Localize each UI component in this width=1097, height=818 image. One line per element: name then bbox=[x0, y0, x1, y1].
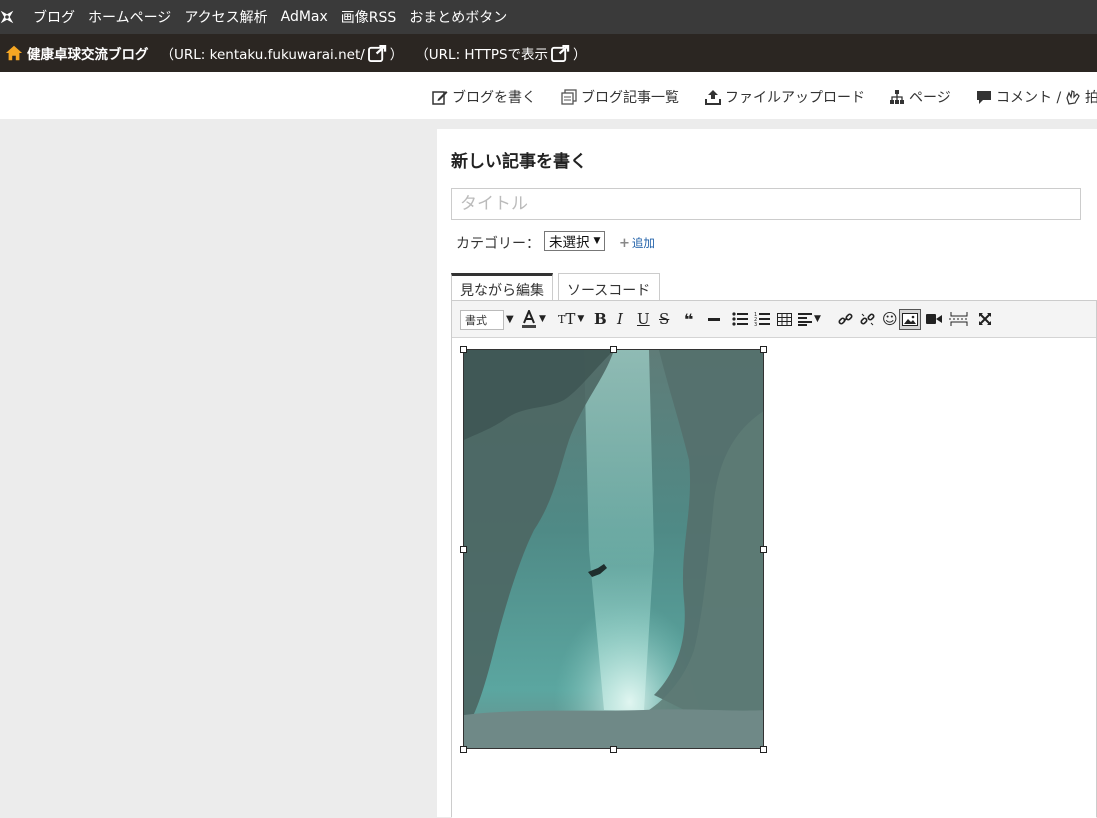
resize-handle-bottom-right[interactable] bbox=[760, 746, 767, 753]
comment-label: コメント / bbox=[996, 90, 1062, 106]
table-icon[interactable] bbox=[777, 310, 792, 328]
blog-url[interactable]: （URL: kentaku.fukuwarai.net/ ） bbox=[161, 43, 404, 63]
category-select[interactable]: 未選択 ▼ bbox=[544, 231, 606, 251]
title-input[interactable] bbox=[451, 188, 1081, 220]
external-link-icon[interactable] bbox=[551, 44, 570, 62]
upload-icon bbox=[705, 90, 721, 105]
nav-admax[interactable]: AdMax bbox=[281, 9, 328, 25]
unlink-icon[interactable] bbox=[860, 310, 875, 328]
external-link-icon[interactable] bbox=[367, 44, 387, 62]
horizontal-rule-icon[interactable] bbox=[707, 310, 721, 328]
write-blog-label: ブログを書く bbox=[452, 90, 536, 106]
tab-source-label: ソースコード bbox=[567, 283, 651, 299]
page-link[interactable]: ページ bbox=[889, 87, 951, 107]
left-sidebar-empty bbox=[0, 119, 437, 817]
home-icon bbox=[5, 45, 23, 61]
font-color-icon[interactable]: ▼ bbox=[521, 310, 546, 328]
add-category-label: 追加 bbox=[631, 236, 655, 250]
comment-link[interactable]: コメント / bbox=[976, 87, 1061, 107]
add-category-link[interactable]: + 追加 bbox=[619, 235, 655, 251]
comment-icon bbox=[977, 91, 991, 104]
resize-handle-right[interactable] bbox=[760, 546, 767, 553]
https-url-close: ） bbox=[573, 47, 587, 63]
svg-text:3: 3 bbox=[754, 322, 757, 326]
clap-icon bbox=[1066, 90, 1080, 105]
nav-omatome-button[interactable]: おまとめボタン bbox=[409, 7, 507, 27]
page-title: 新しい記事を書く bbox=[451, 152, 587, 172]
page-break-icon[interactable] bbox=[949, 310, 969, 328]
inserted-image-underwater-cave[interactable] bbox=[463, 349, 764, 749]
page-label: ページ bbox=[909, 90, 951, 106]
nav-homepage[interactable]: ホームページ bbox=[88, 7, 171, 27]
tab-source-code[interactable]: ソースコード bbox=[558, 273, 660, 300]
video-icon[interactable] bbox=[926, 310, 942, 328]
category-selected-value: 未選択 bbox=[549, 235, 590, 251]
underline-icon[interactable]: U bbox=[637, 310, 650, 328]
blog-url-close: ） bbox=[389, 47, 404, 63]
resize-handle-bottom-left[interactable] bbox=[460, 746, 467, 753]
plus-icon: + bbox=[619, 235, 630, 251]
align-icon[interactable]: ▼ bbox=[798, 310, 821, 328]
blog-name[interactable]: 健康卓球交流ブログ bbox=[27, 43, 149, 63]
sitemap-icon bbox=[890, 90, 904, 104]
new-article-panel: 新しい記事を書く カテゴリー： 未選択 ▼ + 追加 見ながら編集 ソースコード… bbox=[437, 129, 1097, 818]
admin-action-bar: ブログを書く ブログ記事一覧 ファイルアップロード ページ コメント / 拍 bbox=[0, 72, 1097, 119]
fukuwarai-logo-icon[interactable] bbox=[0, 0, 20, 34]
format-select-label: 書式 bbox=[465, 314, 487, 327]
image-icon[interactable] bbox=[899, 309, 921, 330]
format-select[interactable]: 書式 bbox=[460, 310, 504, 330]
nav-access-analysis[interactable]: アクセス解析 bbox=[184, 7, 267, 27]
blockquote-icon[interactable]: ❝ bbox=[684, 310, 693, 329]
font-size-icon[interactable]: T T ▼ bbox=[558, 310, 584, 328]
top-navigation: ブログ ホームページ アクセス解析 AdMax 画像RSS おまとめボタン bbox=[0, 0, 1097, 34]
resize-handle-bottom[interactable] bbox=[610, 746, 617, 753]
resize-handle-top-right[interactable] bbox=[760, 346, 767, 353]
italic-icon[interactable]: I bbox=[617, 310, 623, 328]
edit-icon bbox=[432, 91, 448, 105]
resize-handle-top[interactable] bbox=[610, 346, 617, 353]
bold-icon[interactable]: B bbox=[594, 310, 607, 328]
article-list-link[interactable]: ブログ記事一覧 bbox=[561, 87, 679, 107]
nav-blog[interactable]: ブログ bbox=[33, 7, 75, 27]
tab-visual-label: 見ながら編集 bbox=[460, 283, 544, 299]
list-icon bbox=[561, 89, 577, 105]
article-list-label: ブログ記事一覧 bbox=[581, 90, 679, 106]
https-url[interactable]: （URL: HTTPSで表示 ） bbox=[415, 43, 587, 63]
emoji-icon[interactable]: ☺ bbox=[882, 310, 898, 328]
rich-text-editor: 書式 ▼ ▼ T T ▼ B I U S ❝ 123 ▼ ☺ bbox=[451, 300, 1097, 818]
category-label: カテゴリー： bbox=[456, 236, 540, 252]
blog-url-text[interactable]: （URL: kentaku.fukuwarai.net/ bbox=[161, 43, 365, 63]
https-url-text[interactable]: （URL: HTTPSで表示 bbox=[415, 43, 548, 63]
write-blog-link[interactable]: ブログを書く bbox=[432, 87, 536, 107]
fullscreen-icon[interactable] bbox=[978, 310, 992, 328]
dropdown-arrow-icon: ▼ bbox=[593, 236, 601, 246]
editor-content-area[interactable] bbox=[452, 338, 1096, 818]
file-upload-label: ファイルアップロード bbox=[725, 90, 865, 106]
tab-visual-edit[interactable]: 見ながら編集 bbox=[451, 273, 553, 300]
nav-image-rss[interactable]: 画像RSS bbox=[341, 7, 397, 27]
blog-header-bar: 健康卓球交流ブログ （URL: kentaku.fukuwarai.net/ ）… bbox=[0, 34, 1097, 72]
resize-handle-top-left[interactable] bbox=[460, 346, 467, 353]
bullet-list-icon[interactable] bbox=[732, 310, 748, 328]
file-upload-link[interactable]: ファイルアップロード bbox=[705, 87, 865, 107]
link-icon[interactable] bbox=[838, 310, 853, 328]
format-dropdown-arrow-icon[interactable]: ▼ bbox=[506, 310, 514, 328]
resize-handle-left[interactable] bbox=[460, 546, 467, 553]
clap-label: 拍 bbox=[1085, 90, 1097, 106]
editor-toolbar: 書式 ▼ ▼ T T ▼ B I U S ❝ 123 ▼ ☺ bbox=[452, 301, 1096, 338]
strikethrough-icon[interactable]: S bbox=[659, 310, 669, 328]
clap-link[interactable]: 拍 bbox=[1065, 87, 1097, 107]
numbered-list-icon[interactable]: 123 bbox=[754, 310, 770, 328]
